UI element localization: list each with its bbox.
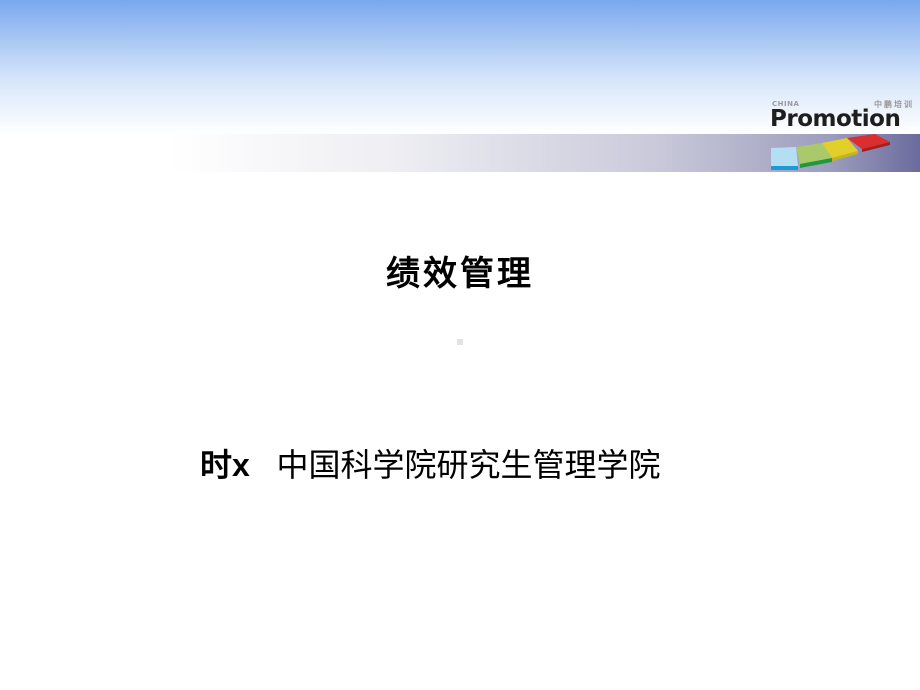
affiliation: 中国科学院研究生管理学院	[276, 447, 661, 483]
slide-subtitle: 时x 中国科学院研究生管理学院	[200, 440, 661, 486]
promotion-logo: CHINA 中鹏培训 Promotion	[770, 98, 920, 174]
separator	[250, 447, 277, 483]
step-blue	[771, 147, 798, 166]
step-blue-edge	[771, 166, 798, 170]
colored-steps-icon	[771, 134, 890, 170]
slide-title: 绩效管理	[386, 254, 534, 294]
presenter-name: 时x	[200, 447, 250, 483]
placeholder-dot	[457, 339, 463, 345]
logo-brand-text: Promotion	[770, 106, 901, 132]
